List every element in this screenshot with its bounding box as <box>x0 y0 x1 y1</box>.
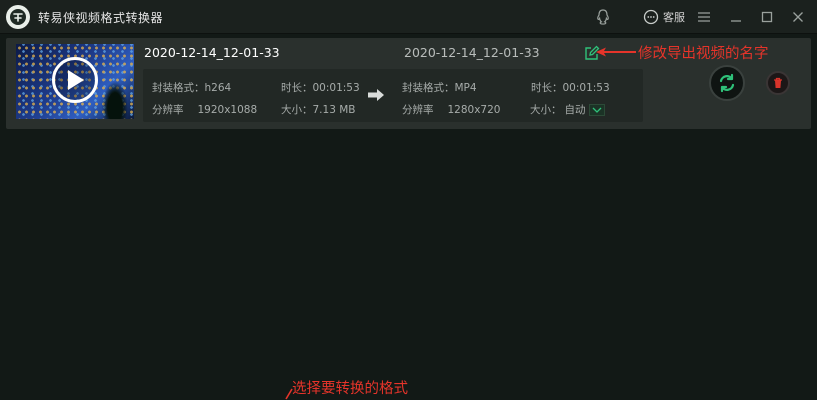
target-resolution[interactable]: 分辨率 1280x720 <box>402 102 500 117</box>
maximize-icon <box>761 11 773 23</box>
target-size-value: 自动 <box>564 104 586 116</box>
output-file-name[interactable]: 2020-12-14_12-01-33 <box>404 45 540 60</box>
annotation-arrow-icon <box>596 47 636 57</box>
close-icon <box>793 12 803 22</box>
annotation-format-hint: 选择要转换的格式 <box>292 381 408 397</box>
menu-icon <box>698 12 710 22</box>
source-container: 封装格式：h264 <box>152 82 232 94</box>
chevron-down-icon[interactable] <box>588 103 605 116</box>
arrow-right-icon <box>368 89 384 101</box>
source-file-name: 2020-12-14_12-01-33 <box>144 45 280 60</box>
convert-button[interactable] <box>709 65 745 101</box>
target-size-label: 大小： <box>530 104 562 116</box>
customer-service-button[interactable]: 客服 <box>641 7 687 27</box>
close-button[interactable] <box>790 7 806 27</box>
play-icon <box>68 70 84 90</box>
target-container[interactable]: 封装格式：MP4 <box>402 80 477 95</box>
thumbnail-tree-shape <box>102 81 128 119</box>
menu-button[interactable] <box>696 7 712 27</box>
video-thumbnail[interactable] <box>16 44 134 119</box>
app-logo-icon <box>6 5 30 29</box>
qq-button[interactable] <box>594 7 612 27</box>
play-button[interactable] <box>52 57 98 103</box>
source-resolution: 分辨率 1920x1088 <box>152 104 258 116</box>
chat-bubble-icon <box>643 9 659 25</box>
target-duration: 时长：00:01:53 <box>531 82 610 94</box>
annotation-rename-hint: 修改导出视频的名字 <box>638 46 769 62</box>
source-size: 大小：7.13 MB <box>281 104 356 116</box>
title-bar: 转易侠视频格式转换器 客服 <box>0 0 817 34</box>
media-info-panel: 封装格式：h264 时长：00:01:53 分辨率 1920x1088 大小：7.… <box>143 69 643 122</box>
delete-button[interactable] <box>766 71 790 95</box>
maximize-button[interactable] <box>759 7 775 27</box>
source-duration: 时长：00:01:53 <box>281 82 360 94</box>
app-title: 转易侠视频格式转换器 <box>38 11 164 25</box>
qq-icon <box>597 9 609 25</box>
trash-icon <box>774 77 782 88</box>
convert-arrows-icon <box>719 73 735 93</box>
minimize-icon <box>731 20 741 22</box>
customer-service-label: 客服 <box>663 11 685 24</box>
minimize-button[interactable] <box>728 7 744 27</box>
target-size-select[interactable]: 大小： 自动 <box>530 102 605 117</box>
